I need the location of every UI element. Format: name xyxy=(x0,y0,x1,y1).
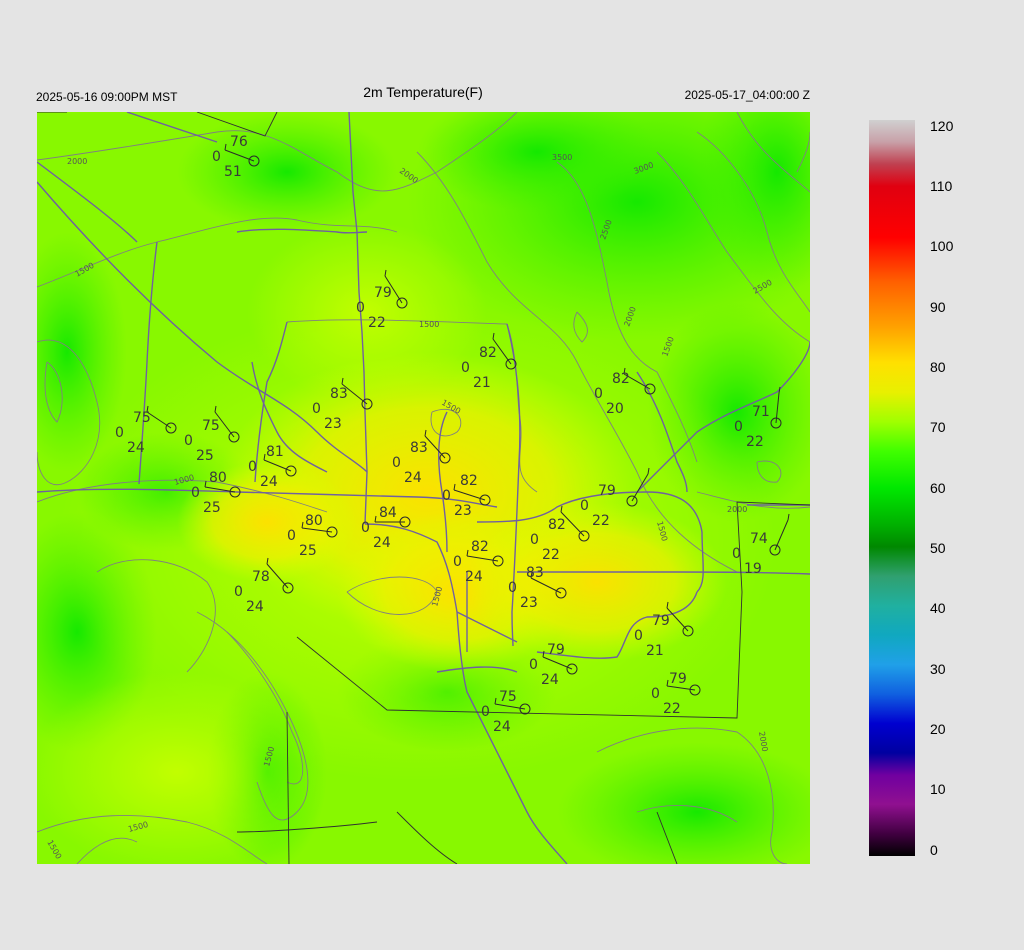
station-precip: 0 xyxy=(651,686,660,702)
colorbar-tick-label: 60 xyxy=(930,480,946,496)
station-temperature: 79 xyxy=(669,671,687,687)
station-dewpoint: 22 xyxy=(746,434,764,450)
station-dewpoint: 24 xyxy=(373,535,391,551)
station-dewpoint: 24 xyxy=(465,569,483,585)
station-precip: 0 xyxy=(481,704,490,720)
station-dewpoint: 22 xyxy=(542,547,560,563)
station-dewpoint: 25 xyxy=(203,500,221,516)
station-precip: 0 xyxy=(115,425,124,441)
station-temperature: 84 xyxy=(379,505,397,521)
station-temperature: 82 xyxy=(548,517,566,533)
station-temperature: 71 xyxy=(752,404,770,420)
station-dewpoint: 24 xyxy=(541,672,559,688)
station-dewpoint: 19 xyxy=(744,561,762,577)
utc-time-label: 2025-05-17_04:00:00 Z xyxy=(684,88,810,102)
station-precip: 0 xyxy=(508,580,517,596)
station-dewpoint: 24 xyxy=(246,599,264,615)
station-precip: 0 xyxy=(580,498,589,514)
station-temperature: 82 xyxy=(471,539,489,555)
station-precip: 0 xyxy=(392,455,401,471)
station-dewpoint: 23 xyxy=(324,416,342,432)
station-dewpoint: 25 xyxy=(196,448,214,464)
station-dewpoint: 51 xyxy=(224,164,242,180)
station-precip: 0 xyxy=(442,488,451,504)
colorbar-tick-label: 10 xyxy=(930,781,946,797)
colorbar-tick-label: 20 xyxy=(930,721,946,737)
station-dewpoint: 25 xyxy=(299,543,317,559)
station-precip: 0 xyxy=(191,485,200,501)
station-precip: 0 xyxy=(356,300,365,316)
colorbar-tick-label: 40 xyxy=(930,600,946,616)
station-temperature: 75 xyxy=(499,689,517,705)
station-precip: 0 xyxy=(248,459,257,475)
station-temperature: 78 xyxy=(252,569,270,585)
station-dewpoint: 24 xyxy=(260,474,278,490)
station-precip: 0 xyxy=(461,360,470,376)
station-precip: 0 xyxy=(453,554,462,570)
station-dewpoint: 21 xyxy=(646,643,664,659)
station-temperature: 79 xyxy=(547,642,565,658)
station-temperature: 83 xyxy=(410,440,428,456)
station-precip: 0 xyxy=(361,520,370,536)
svg-text:1500: 1500 xyxy=(419,320,439,329)
colorbar-tick-label: 90 xyxy=(930,299,946,315)
station-precip: 0 xyxy=(734,419,743,435)
station-temperature: 83 xyxy=(330,386,348,402)
station-precip: 0 xyxy=(634,628,643,644)
station-temperature: 80 xyxy=(209,470,227,486)
station-temperature: 81 xyxy=(266,444,284,460)
station-dewpoint: 22 xyxy=(368,315,386,331)
colorbar-tick-label: 30 xyxy=(930,661,946,677)
colorbar-tick-label: 110 xyxy=(930,178,953,194)
station-precip: 0 xyxy=(184,433,193,449)
station-temperature: 75 xyxy=(202,418,220,434)
station-temperature: 82 xyxy=(479,345,497,361)
station-temperature: 76 xyxy=(230,134,248,150)
station-temperature: 82 xyxy=(460,473,478,489)
station-temperature: 74 xyxy=(750,531,768,547)
station-temperature: 83 xyxy=(526,565,544,581)
station-precip: 0 xyxy=(732,546,741,562)
station-precip: 0 xyxy=(594,386,603,402)
station-dewpoint: 20 xyxy=(606,401,624,417)
station-dewpoint: 24 xyxy=(127,440,145,456)
station-dewpoint: 24 xyxy=(404,470,422,486)
colorbar-tick-label: 100 xyxy=(930,238,954,254)
station-dewpoint: 24 xyxy=(493,719,511,735)
colorbar-tick-label: 50 xyxy=(930,540,946,556)
svg-text:2000: 2000 xyxy=(727,505,747,514)
station-precip: 0 xyxy=(287,528,296,544)
station-precip: 0 xyxy=(234,584,243,600)
svg-text:3500: 3500 xyxy=(552,153,572,162)
temperature-colorbar xyxy=(869,120,915,856)
colorbar-tick-label: 120 xyxy=(930,118,954,134)
station-precip: 0 xyxy=(212,149,221,165)
station-precip: 0 xyxy=(312,401,321,417)
temperature-map: 2000 2000 3500 3000 2500 2500 2000 1500 … xyxy=(37,112,810,864)
station-dewpoint: 22 xyxy=(592,513,610,529)
station-temperature: 79 xyxy=(598,483,616,499)
station-dewpoint: 22 xyxy=(663,701,681,717)
colorbar-tick-label: 70 xyxy=(930,419,946,435)
station-temperature: 80 xyxy=(305,513,323,529)
colorbar-tick-label: 0 xyxy=(930,842,938,858)
station-temperature: 79 xyxy=(374,285,392,301)
station-precip: 0 xyxy=(530,532,539,548)
station-temperature: 79 xyxy=(652,613,670,629)
station-dewpoint: 23 xyxy=(454,503,472,519)
station-dewpoint: 21 xyxy=(473,375,491,391)
station-temperature: 75 xyxy=(133,410,151,426)
station-temperature: 82 xyxy=(612,371,630,387)
colorbar-tick-label: 80 xyxy=(930,359,946,375)
station-dewpoint: 23 xyxy=(520,595,538,611)
svg-text:2000: 2000 xyxy=(67,157,87,166)
station-precip: 0 xyxy=(529,657,538,673)
